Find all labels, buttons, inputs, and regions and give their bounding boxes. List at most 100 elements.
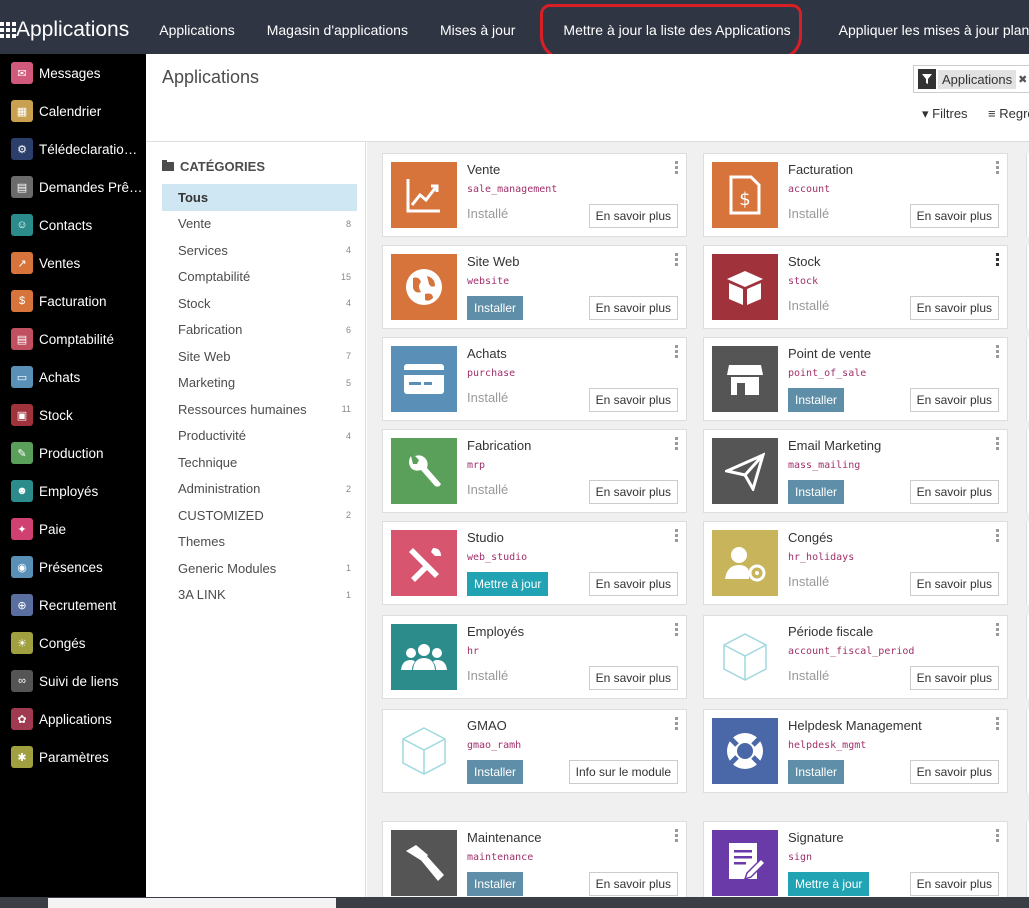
app-card[interactable]: Helpdesk Management helpdesk_mgmt Installe…: [703, 709, 1008, 793]
learn-more-button[interactable]: Info sur le module: [568, 760, 678, 784]
category-item[interactable]: CUSTOMIZED 2: [162, 502, 357, 529]
category-item[interactable]: Productivité 4: [162, 423, 357, 450]
learn-more-button[interactable]: En savoir plus: [909, 296, 999, 320]
app-menu-grid-icon[interactable]: [0, 0, 16, 61]
app-card[interactable]: Signature sign Mettre à jour En savoir plus: [703, 821, 1008, 905]
learn-more-button[interactable]: En savoir plus: [909, 572, 999, 596]
learn-more-button[interactable]: En savoir plus: [909, 666, 999, 690]
category-item[interactable]: Services 4: [162, 237, 357, 264]
learn-more-button[interactable]: En savoir plus: [909, 480, 999, 504]
app-card[interactable]: $ Facturation account Installé En savoir plu…: [703, 153, 1008, 237]
sidebar-item-calendar[interactable]: ▦ Calendrier: [0, 92, 146, 130]
sidebar-item-stock[interactable]: ▣ Stock: [0, 396, 146, 434]
category-item[interactable]: Tous: [162, 184, 357, 211]
app-card[interactable]: Achats purchase Installé En savoir plus: [382, 337, 687, 421]
kebab-menu-icon[interactable]: [675, 161, 678, 174]
kebab-menu-icon[interactable]: [675, 623, 678, 636]
learn-more-button[interactable]: En savoir plus: [588, 872, 678, 896]
kebab-menu-icon[interactable]: [996, 437, 999, 450]
sidebar-item-invoicing[interactable]: $ Facturation: [0, 282, 146, 320]
install-button[interactable]: Installer: [467, 872, 524, 896]
upgrade-button[interactable]: Mettre à jour: [788, 872, 870, 896]
kebab-menu-icon[interactable]: [996, 623, 999, 636]
kebab-menu-icon[interactable]: [675, 829, 678, 842]
app-card[interactable]: Email Marketing mass_mailing Installer En s…: [703, 429, 1008, 513]
learn-more-button[interactable]: En savoir plus: [909, 204, 999, 228]
menu-applications[interactable]: Applications: [143, 0, 251, 61]
kebab-menu-icon[interactable]: [996, 829, 999, 842]
menu-updates[interactable]: Mises à jour: [424, 0, 531, 61]
menu-app-store[interactable]: Magasin d'applications: [251, 0, 424, 61]
kebab-menu-icon[interactable]: [675, 253, 678, 266]
sidebar-item-link-tracker[interactable]: ∞ Suivi de liens: [0, 662, 146, 700]
upgrade-button[interactable]: Mettre à jour: [467, 572, 549, 596]
sidebar-item-employees[interactable]: ☻ Employés: [0, 472, 146, 510]
learn-more-button[interactable]: En savoir plus: [909, 760, 999, 784]
sidebar-item-purchase[interactable]: ▭ Achats: [0, 358, 146, 396]
kebab-menu-icon[interactable]: [675, 437, 678, 450]
category-item[interactable]: Ressources humaines 11: [162, 396, 357, 423]
sidebar-item-apps[interactable]: ✿ Applications: [0, 700, 146, 738]
install-button[interactable]: Installer: [788, 760, 845, 784]
group-by-button[interactable]: ≡ Regro: [988, 106, 1029, 121]
category-item[interactable]: Fabrication 6: [162, 317, 357, 344]
sidebar-item-loan-requests[interactable]: ▤ Demandes Prê…: [0, 168, 146, 206]
category-item[interactable]: Stock 4: [162, 290, 357, 317]
sidebar-item-messages[interactable]: ✉ Messages: [0, 54, 146, 92]
taskbar-search[interactable]: [48, 898, 336, 908]
category-item[interactable]: Vente 8: [162, 211, 357, 238]
install-button[interactable]: Installer: [467, 296, 524, 320]
app-card[interactable]: Stock stock Installé En savoir plus: [703, 245, 1008, 329]
sidebar-item-attendances[interactable]: ◉ Présences: [0, 548, 146, 586]
learn-more-button[interactable]: En savoir plus: [588, 666, 678, 690]
category-item[interactable]: 3A LINK 1: [162, 582, 357, 609]
app-card[interactable]: Période fiscale account_fiscal_period Inst…: [703, 615, 1008, 699]
menu-apply-scheduled-upgrades[interactable]: Appliquer les mises à jour planifiées: [823, 0, 1029, 61]
category-item[interactable]: Themes: [162, 529, 357, 556]
kebab-menu-icon[interactable]: [996, 345, 999, 358]
category-item[interactable]: Comptabilité 15: [162, 264, 357, 291]
app-brand[interactable]: Applications: [16, 18, 129, 42]
kebab-menu-icon[interactable]: [996, 529, 999, 542]
app-card[interactable]: GMAO gmao_ramh Installer Info sur le module: [382, 709, 687, 793]
sidebar-item-leaves[interactable]: ☀ Congés: [0, 624, 146, 662]
app-card[interactable]: Employés hr Installé En savoir plus: [382, 615, 687, 699]
sidebar-item-recruitment[interactable]: ⊕ Recrutement: [0, 586, 146, 624]
kebab-menu-icon[interactable]: [675, 529, 678, 542]
app-card[interactable]: Fabrication mrp Installé En savoir plus: [382, 429, 687, 513]
app-card[interactable]: Vente sale_management Installé En savoir pl…: [382, 153, 687, 237]
kebab-menu-icon[interactable]: [996, 253, 999, 266]
kebab-menu-icon[interactable]: [996, 161, 999, 174]
category-item[interactable]: Generic Modules 1: [162, 555, 357, 582]
learn-more-button[interactable]: En savoir plus: [588, 572, 678, 596]
search-box[interactable]: Applications ✖: [913, 65, 1029, 93]
category-item[interactable]: Technique: [162, 449, 357, 476]
category-item[interactable]: Marketing 5: [162, 370, 357, 397]
learn-more-button[interactable]: En savoir plus: [588, 480, 678, 504]
app-card[interactable]: Congés hr_holidays Installé En savoir plus: [703, 521, 1008, 605]
install-button[interactable]: Installer: [788, 388, 845, 412]
sidebar-item-contacts[interactable]: ☺ Contacts: [0, 206, 146, 244]
app-card[interactable]: Point de vente point_of_sale Installer En s…: [703, 337, 1008, 421]
kebab-menu-icon[interactable]: [996, 717, 999, 730]
sidebar-item-manufacturing[interactable]: ✎ Production: [0, 434, 146, 472]
learn-more-button[interactable]: En savoir plus: [909, 872, 999, 896]
sidebar-item-settings[interactable]: ✱ Paramètres: [0, 738, 146, 776]
learn-more-button[interactable]: En savoir plus: [588, 388, 678, 412]
sidebar-item-sales[interactable]: ↗ Ventes: [0, 244, 146, 282]
category-item[interactable]: Administration 2: [162, 476, 357, 503]
menu-update-apps-list[interactable]: Mettre à jour la liste des Applications: [531, 0, 822, 61]
install-button[interactable]: Installer: [788, 480, 845, 504]
category-item[interactable]: Site Web 7: [162, 343, 357, 370]
learn-more-button[interactable]: En savoir plus: [909, 388, 999, 412]
app-card[interactable]: Maintenance maintenance Installer En savoir…: [382, 821, 687, 905]
learn-more-button[interactable]: En savoir plus: [588, 296, 678, 320]
app-card[interactable]: Studio web_studio Mettre à jour En savoir p…: [382, 521, 687, 605]
sidebar-item-payroll[interactable]: ✦ Paie: [0, 510, 146, 548]
install-button[interactable]: Installer: [467, 760, 524, 784]
kebab-menu-icon[interactable]: [675, 345, 678, 358]
close-icon[interactable]: ✖: [1018, 73, 1027, 86]
sidebar-item-teledeclaration[interactable]: ⚙ Télédeclaratio…: [0, 130, 146, 168]
filters-button[interactable]: ▾ Filtres: [922, 106, 968, 122]
app-card[interactable]: Site Web website Installer En savoir plus: [382, 245, 687, 329]
